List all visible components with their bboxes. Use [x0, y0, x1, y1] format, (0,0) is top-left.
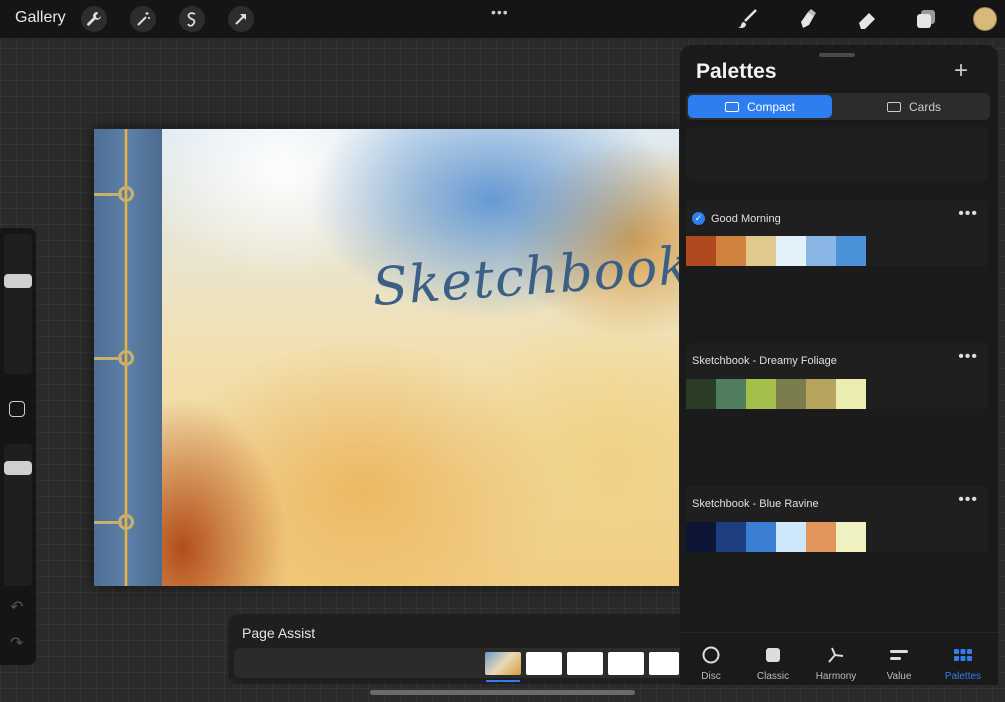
color-swatch[interactable]	[776, 379, 806, 409]
tab-classic[interactable]: Classic	[742, 633, 804, 686]
view-mode-toggle: Compact Cards	[686, 93, 990, 120]
color-mode-tabs: Disc Classic Harmony Value Palettes	[680, 632, 998, 685]
binding-ring	[118, 350, 134, 366]
color-swatch[interactable]	[716, 379, 746, 409]
eraser-icon[interactable]	[854, 6, 880, 32]
smudge-icon[interactable]	[795, 6, 821, 32]
palette-card-partial	[686, 127, 988, 181]
empty-swatch-area[interactable]	[686, 552, 988, 610]
current-color-swatch[interactable]	[973, 7, 997, 31]
panel-title: Palettes	[696, 60, 777, 83]
undo-icon[interactable]: ↶	[10, 600, 26, 616]
color-swatch[interactable]	[806, 236, 836, 266]
sketchbook-title: Sketchbook	[370, 235, 679, 319]
color-swatch[interactable]	[836, 522, 866, 552]
layers-icon[interactable]	[913, 6, 939, 32]
magic-wand-icon[interactable]	[130, 6, 156, 32]
color-swatch[interactable]	[686, 236, 716, 266]
palette-card[interactable]: Sketchbook - Blue Ravine •••	[686, 486, 988, 610]
color-swatch[interactable]	[716, 236, 746, 266]
home-indicator	[370, 690, 635, 695]
disc-icon	[702, 646, 720, 664]
page-thumbnail[interactable]	[485, 652, 521, 675]
color-swatch[interactable]	[836, 236, 866, 266]
palette-swatches	[686, 522, 866, 552]
page-thumbnail[interactable]	[567, 652, 603, 675]
more-options-icon[interactable]: •••	[958, 348, 978, 366]
panel-grabber[interactable]	[819, 53, 855, 57]
more-options-icon[interactable]: •••	[958, 491, 978, 509]
redo-icon[interactable]: ↷	[10, 636, 26, 652]
color-swatch[interactable]	[746, 236, 776, 266]
brush-icon[interactable]	[735, 6, 761, 32]
palette-name: Sketchbook - Blue Ravine	[692, 498, 819, 510]
compact-icon	[724, 101, 739, 112]
modify-button[interactable]	[9, 401, 25, 417]
left-sidebar: ↶ ↷	[0, 228, 36, 665]
color-swatch[interactable]	[806, 379, 836, 409]
cards-view-button[interactable]: Cards	[842, 95, 986, 118]
color-swatch[interactable]	[746, 379, 776, 409]
page-thumbnail[interactable]	[649, 652, 679, 675]
harmony-icon	[828, 647, 844, 663]
sketchbook-spine	[94, 129, 162, 586]
selected-page-indicator	[486, 680, 520, 682]
palettes-panel: Palettes + Compact Cards ✓ Good Morning …	[680, 45, 998, 685]
artwork-canvas[interactable]: Sketchbook	[94, 129, 679, 586]
tab-harmony[interactable]: Harmony	[805, 633, 867, 686]
selection-icon[interactable]	[179, 6, 205, 32]
tab-value[interactable]: Value	[868, 633, 930, 686]
more-options-icon[interactable]: •••	[958, 205, 978, 223]
palette-name: Good Morning	[711, 212, 781, 225]
color-swatch[interactable]	[716, 522, 746, 552]
value-sliders-icon	[890, 650, 908, 660]
color-swatch[interactable]	[836, 379, 866, 409]
opacity-thumb[interactable]	[4, 461, 32, 475]
color-swatch[interactable]	[776, 236, 806, 266]
color-swatch[interactable]	[806, 522, 836, 552]
wrench-icon[interactable]	[81, 6, 107, 32]
palettes-grid-icon	[954, 649, 972, 661]
tab-palettes[interactable]: Palettes	[932, 633, 994, 686]
top-toolbar: Gallery •••	[0, 0, 1005, 38]
default-palette-check-icon[interactable]: ✓	[692, 212, 705, 225]
watercolor-paper: Sketchbook	[162, 129, 679, 586]
classic-square-icon	[766, 648, 780, 662]
page-thumbnail[interactable]	[608, 652, 644, 675]
palette-card[interactable]: ✓ Good Morning •••	[686, 200, 988, 324]
palette-name: Sketchbook - Dreamy Foliage	[692, 355, 837, 367]
palette-swatches	[686, 379, 866, 409]
gallery-button[interactable]: Gallery	[15, 9, 66, 27]
binding-ring	[118, 186, 134, 202]
color-swatch[interactable]	[746, 522, 776, 552]
brush-size-thumb[interactable]	[4, 274, 32, 288]
binding-ring	[118, 514, 134, 530]
color-swatch[interactable]	[776, 522, 806, 552]
brush-size-slider[interactable]	[4, 234, 32, 374]
transform-arrow-icon[interactable]	[228, 6, 254, 32]
add-palette-button[interactable]: +	[954, 57, 968, 85]
page-thumbnail[interactable]	[526, 652, 562, 675]
actions-menu[interactable]: •••	[491, 4, 509, 20]
page-assist-panel: Page Assist	[228, 614, 698, 684]
palette-swatches	[686, 236, 866, 266]
palette-card[interactable]: Sketchbook - Dreamy Foliage •••	[686, 343, 988, 467]
color-swatch[interactable]	[686, 379, 716, 409]
compact-view-button[interactable]: Compact	[688, 95, 832, 118]
page-assist-title: Page Assist	[242, 625, 316, 641]
cards-icon	[886, 101, 901, 112]
empty-swatch-area[interactable]	[686, 409, 988, 467]
empty-swatch-area[interactable]	[686, 266, 988, 324]
color-swatch[interactable]	[686, 522, 716, 552]
tab-disc[interactable]: Disc	[680, 633, 742, 686]
